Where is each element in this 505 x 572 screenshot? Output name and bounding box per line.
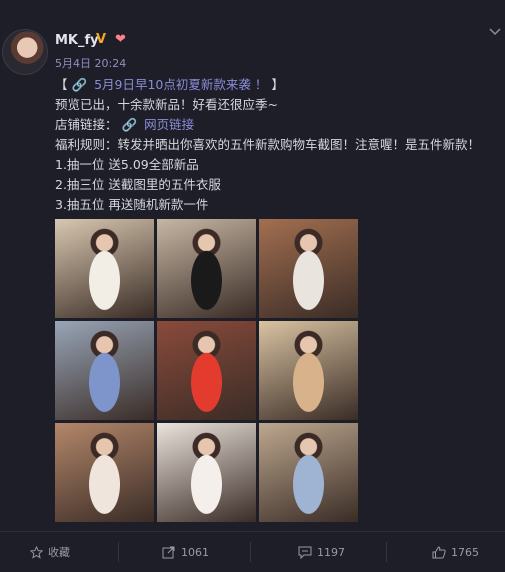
comment-count: 1197 xyxy=(317,545,345,559)
photo-thumbnail[interactable] xyxy=(157,219,256,318)
favorite-label: 收藏 xyxy=(48,546,70,559)
photo-thumbnail[interactable] xyxy=(259,423,358,522)
post-action-bar: 收藏 1061 1197 1765 xyxy=(0,531,505,572)
photo-thumbnail[interactable] xyxy=(55,219,154,318)
favorite-button[interactable]: 收藏 xyxy=(30,532,70,572)
username[interactable]: MK_fy xyxy=(55,33,99,48)
bracket-close: 】 xyxy=(271,77,284,92)
thumbs-up-icon xyxy=(432,545,446,558)
weibo-post-card: MK_fy V ❤ 5月4日 20:24 【 🔗 5月9日早10点初夏新款来袭 … xyxy=(0,0,505,572)
member-heart-icon: ❤ xyxy=(115,32,126,47)
photo-thumbnail[interactable] xyxy=(259,321,358,420)
post-timestamp[interactable]: 5月4日 20:24 xyxy=(55,55,126,71)
divider xyxy=(386,542,387,562)
store-link-label: 店铺链接： xyxy=(55,117,118,132)
photo-thumbnail[interactable] xyxy=(259,219,358,318)
star-icon xyxy=(30,545,43,559)
web-link-text: 网页链接 xyxy=(144,117,195,132)
comment-icon xyxy=(298,546,312,559)
link-icon: 🔗 xyxy=(121,117,138,132)
post-line-7: 3.抽五位 再送随机新款一件 xyxy=(55,197,209,212)
like-count: 1765 xyxy=(451,545,479,559)
topic-link-text: 5月9日早10点初夏新款来袭 ！ xyxy=(94,77,268,92)
post-line-1: 【 🔗 5月9日早10点初夏新款来袭 ！ 】 xyxy=(55,75,284,95)
bracket-open: 【 xyxy=(55,77,68,92)
vip-badge-icon: V xyxy=(96,32,107,47)
divider xyxy=(250,542,251,562)
repost-button[interactable]: 1061 xyxy=(162,532,209,572)
repost-count: 1061 xyxy=(181,545,209,559)
photo-thumbnail[interactable] xyxy=(55,321,154,420)
post-line-3: 店铺链接： 🔗 网页链接 xyxy=(55,115,194,135)
chevron-down-icon[interactable] xyxy=(489,27,501,37)
post-line-2: 预览已出，十余款新品！好看还很应季~ xyxy=(55,97,278,112)
divider xyxy=(118,542,119,562)
comment-button[interactable]: 1197 xyxy=(298,532,345,572)
repost-icon xyxy=(162,546,175,558)
photo-thumbnail[interactable] xyxy=(157,321,256,420)
web-link[interactable]: 🔗 网页链接 xyxy=(122,117,195,132)
post-line-6: 2.抽三位 送截图里的五件衣服 xyxy=(55,177,221,192)
photo-thumbnail[interactable] xyxy=(157,423,256,522)
avatar[interactable] xyxy=(2,29,48,75)
like-button[interactable]: 1765 xyxy=(432,532,479,572)
post-line-4: 福利规则：转发并晒出你喜欢的五件新款购物车截图！注意喔！是五件新款！ xyxy=(55,137,481,152)
topic-link[interactable]: 🔗 5月9日早10点初夏新款来袭 ！ xyxy=(72,77,272,92)
link-icon: 🔗 xyxy=(71,77,88,92)
post-line-5: 1.抽一位 送5.09全部新品 xyxy=(55,157,199,172)
photo-thumbnail[interactable] xyxy=(55,423,154,522)
